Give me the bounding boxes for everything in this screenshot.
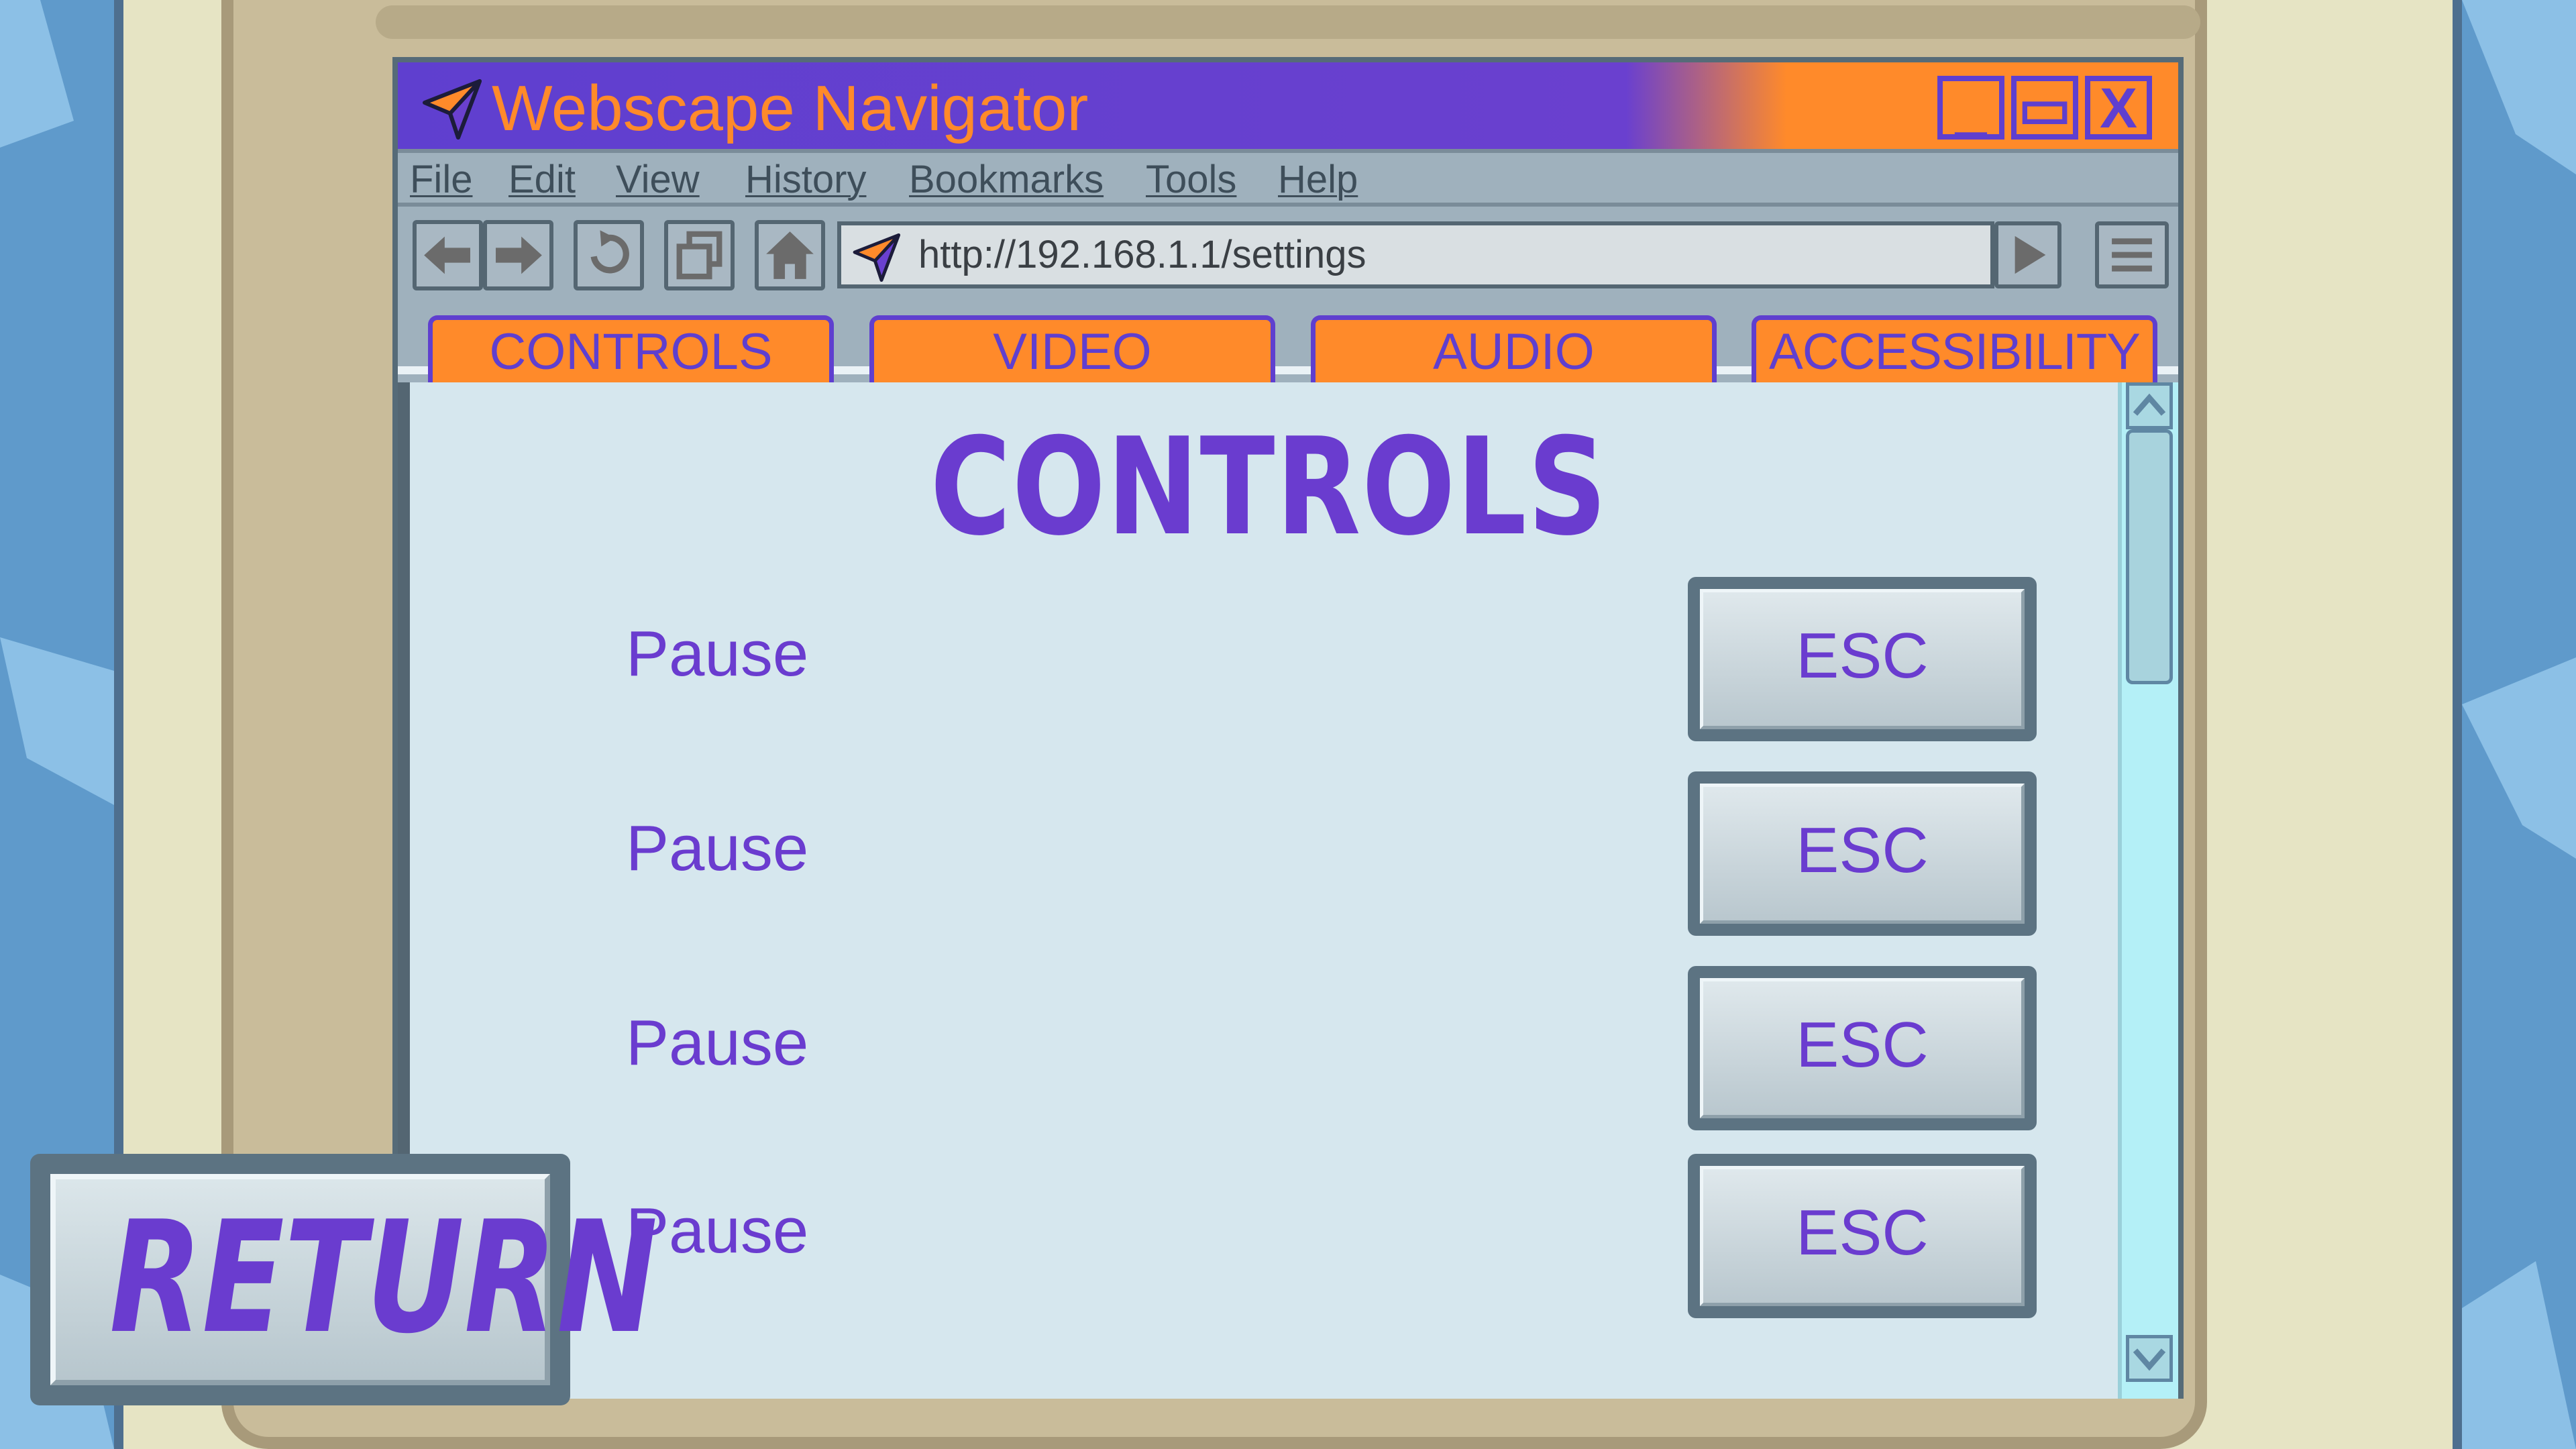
maximize-button[interactable]: ▭ xyxy=(2011,76,2078,140)
address-bar[interactable]: http://192.168.1.1/settings xyxy=(837,221,1994,288)
key-binding-button[interactable]: ESC xyxy=(1688,771,2037,936)
menu-file[interactable]: File xyxy=(410,153,472,207)
key-binding-label: ESC xyxy=(1700,784,2025,924)
menu-history[interactable]: History xyxy=(745,153,866,207)
hamburger-menu-icon xyxy=(2112,238,2152,272)
tab-video[interactable]: VIDEO xyxy=(869,315,1275,382)
key-binding-label: ESC xyxy=(1700,978,2025,1118)
menu-view[interactable]: View xyxy=(616,153,700,207)
minimize-button[interactable]: _ xyxy=(1937,76,2004,140)
tab-accessibility[interactable]: ACCESSIBILITY xyxy=(1752,315,2157,382)
refresh-button[interactable] xyxy=(574,220,644,290)
home-icon xyxy=(766,231,814,279)
window-title: Webscape Navigator xyxy=(492,72,1089,144)
chevron-up-icon xyxy=(2133,393,2166,416)
url-text[interactable]: http://192.168.1.1/settings xyxy=(918,225,1366,284)
key-binding-label: ESC xyxy=(1700,1166,2025,1306)
new-window-icon xyxy=(676,231,722,280)
go-button[interactable] xyxy=(1994,221,2061,288)
forward-button[interactable] xyxy=(483,220,553,290)
return-button-label: RETURN xyxy=(109,1189,658,1368)
home-button[interactable] xyxy=(755,220,825,290)
forward-arrow-icon xyxy=(496,236,542,274)
scroll-up-button[interactable] xyxy=(2126,382,2173,429)
page-title: CONTROLS xyxy=(930,409,1608,566)
binding-action-label: Pause xyxy=(626,812,809,884)
menu-button[interactable] xyxy=(2095,221,2169,288)
menu-tools[interactable]: Tools xyxy=(1146,153,1236,207)
key-binding-button[interactable]: ESC xyxy=(1688,577,2037,741)
site-paper-plane-icon xyxy=(853,233,900,282)
close-button[interactable]: X xyxy=(2085,76,2152,140)
settings-tab-bar: CONTROLS VIDEO AUDIO ACCESSIBILITY xyxy=(398,301,2178,382)
chevron-down-icon xyxy=(2133,1348,2166,1371)
refresh-icon xyxy=(590,230,629,274)
monitor-top-ridge xyxy=(376,5,2200,39)
menu-edit[interactable]: Edit xyxy=(508,153,576,207)
back-button[interactable] xyxy=(413,220,483,290)
key-binding-button[interactable]: ESC xyxy=(1688,1154,2037,1318)
tab-audio[interactable]: AUDIO xyxy=(1311,315,1717,382)
binding-action-label: Pause xyxy=(626,1007,809,1079)
menu-bar: File Edit View History Bookmarks Tools H… xyxy=(398,153,2178,207)
scroll-thumb[interactable] xyxy=(2126,429,2173,684)
toolbar: http://192.168.1.1/settings xyxy=(398,207,2178,301)
menu-bookmarks[interactable]: Bookmarks xyxy=(909,153,1104,207)
back-arrow-icon xyxy=(424,236,470,274)
key-binding-button[interactable]: ESC xyxy=(1688,966,2037,1130)
browser-window: Webscape Navigator _ ▭ X File Edit View … xyxy=(392,57,2184,1399)
go-icon xyxy=(2015,235,2046,274)
menu-help[interactable]: Help xyxy=(1278,153,1358,207)
return-button-face: RETURN xyxy=(50,1174,658,1385)
paper-plane-icon xyxy=(423,79,482,140)
new-window-button[interactable] xyxy=(664,220,735,290)
binding-action-label: Pause xyxy=(626,618,809,690)
vertical-scrollbar[interactable] xyxy=(2118,382,2178,1399)
return-button[interactable]: RETURN xyxy=(30,1154,658,1405)
key-binding-label: ESC xyxy=(1700,589,2025,729)
page-content: CONTROLS Pause ESC Pause ESC Pause ESC P… xyxy=(398,382,2178,1399)
title-bar[interactable]: Webscape Navigator _ ▭ X xyxy=(398,62,2178,153)
scroll-down-button[interactable] xyxy=(2126,1335,2173,1382)
tab-controls[interactable]: CONTROLS xyxy=(428,315,834,382)
